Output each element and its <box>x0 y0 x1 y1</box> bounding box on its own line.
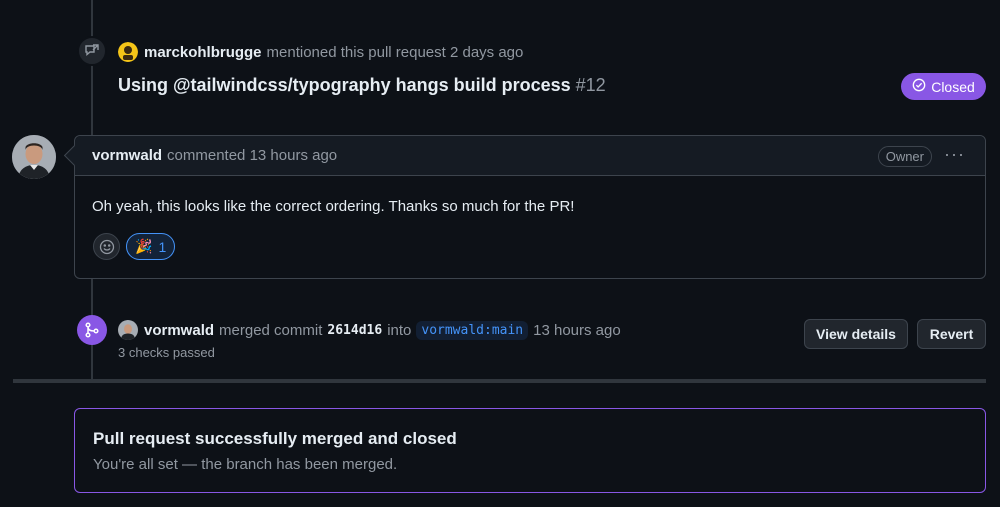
comment-body: Oh yeah, this looks like the correct ord… <box>92 198 575 215</box>
pr-title-link[interactable]: Using @tailwindcss/typography hangs buil… <box>118 75 571 95</box>
revert-button[interactable]: Revert <box>917 319 986 349</box>
avatar[interactable] <box>12 135 56 179</box>
add-reaction-button[interactable] <box>93 233 120 260</box>
branch-label[interactable]: vormwald:main <box>416 320 529 340</box>
comment-action-text[interactable]: commented 13 hours ago <box>167 147 337 164</box>
smiley-icon <box>99 239 114 254</box>
checks-status[interactable]: 3 checks passed <box>118 345 215 360</box>
avatar[interactable] <box>118 320 138 340</box>
check-circle-icon <box>912 78 926 95</box>
referenced-pr-title[interactable]: Using @tailwindcss/typography hangs buil… <box>118 75 606 96</box>
comment-author-link[interactable]: vormwald <box>92 147 162 164</box>
merged-status-box: Pull request successfully merged and clo… <box>74 408 986 493</box>
cross-reference-icon <box>77 36 107 66</box>
status-badge: Closed <box>901 73 986 100</box>
merged-subtitle: You're all set — the branch has been mer… <box>93 456 398 473</box>
avatar[interactable] <box>118 42 138 62</box>
commit-sha-link[interactable]: 2614d16 <box>327 323 382 338</box>
into-text: into <box>387 321 412 339</box>
merged-title: Pull request successfully merged and clo… <box>93 429 457 448</box>
comment-header: vormwald commented 13 hours ago Owner ··… <box>75 136 985 176</box>
timeline-divider <box>13 379 986 383</box>
status-badge-label: Closed <box>931 78 975 95</box>
pr-number[interactable]: #12 <box>576 75 606 95</box>
kebab-menu-icon[interactable]: ··· <box>944 144 965 165</box>
owner-badge: Owner <box>877 146 932 167</box>
merged-text: merged commit <box>219 321 323 339</box>
merge-event: vormwald merged commit 2614d16 into vorm… <box>118 320 621 340</box>
view-details-button[interactable]: View details <box>804 319 908 349</box>
reactions-bar: 🎉 1 <box>93 233 176 260</box>
mention-event: marckohlbrugge mentioned this pull reque… <box>118 42 523 62</box>
tada-emoji: 🎉 <box>135 238 153 254</box>
merge-icon <box>77 315 107 345</box>
merge-user-link[interactable]: vormwald <box>144 322 214 339</box>
mention-user-link[interactable]: marckohlbrugge <box>144 44 262 61</box>
merge-time[interactable]: 13 hours ago <box>533 322 621 339</box>
comment-box: vormwald commented 13 hours ago Owner ··… <box>74 135 986 279</box>
reaction-tada-button[interactable]: 🎉 1 <box>126 233 176 260</box>
mention-action-text: mentioned this pull request 2 days ago <box>266 43 524 61</box>
reaction-count: 1 <box>158 238 167 255</box>
